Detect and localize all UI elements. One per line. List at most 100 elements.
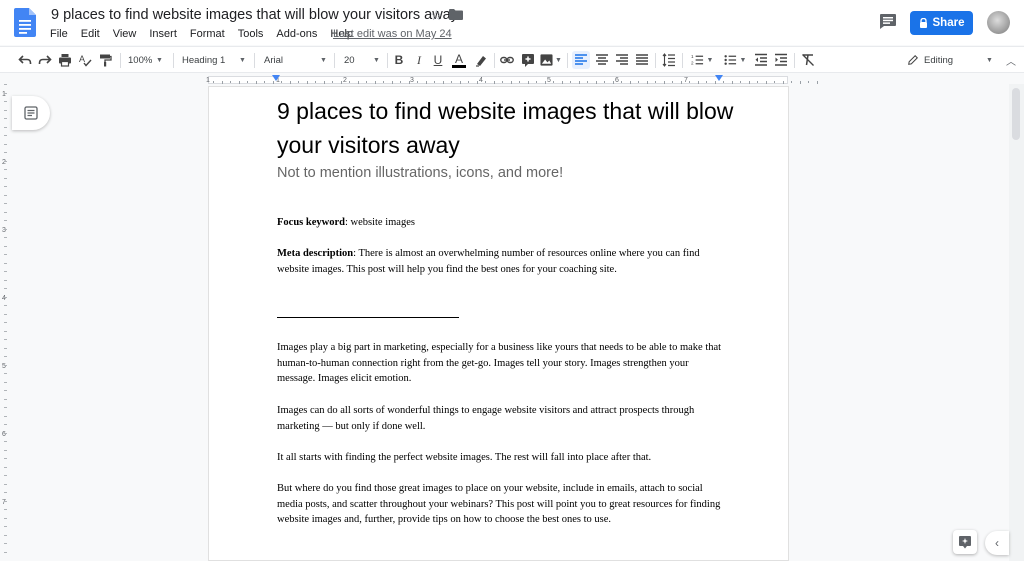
font-value: Arial — [264, 54, 284, 66]
menu-tools[interactable]: Tools — [238, 28, 264, 40]
text-color-icon[interactable]: A — [451, 51, 467, 69]
ruler-tick — [4, 262, 7, 264]
collapse-toolbar-icon[interactable]: ︿ — [1003, 51, 1019, 69]
toolbar-divider — [387, 53, 388, 68]
side-panel-toggle[interactable]: ‹ — [985, 531, 1009, 555]
share-button[interactable]: Share — [910, 11, 973, 35]
document-page[interactable]: 9 places to find website images that wil… — [208, 86, 789, 561]
ruler-tick — [782, 81, 784, 84]
editing-mode-select[interactable]: Editing ▼ — [907, 51, 999, 69]
highlight-pen-icon[interactable] — [473, 51, 489, 69]
underline-icon[interactable]: U — [431, 51, 445, 69]
spellcheck-icon[interactable]: A — [77, 51, 93, 69]
paint-format-icon[interactable] — [97, 51, 113, 69]
increase-indent-icon[interactable] — [773, 51, 789, 69]
ruler-tick — [731, 81, 733, 84]
folder-icon[interactable] — [449, 9, 463, 20]
scrollbar-thumb[interactable] — [1012, 88, 1020, 140]
meta-description-paragraph[interactable]: Meta description: There is almost an ove… — [277, 246, 727, 277]
vertical-scrollbar[interactable] — [1009, 84, 1024, 561]
ruler-tick — [4, 500, 7, 502]
paragraph-style-select[interactable]: Heading 1 ▼ — [182, 51, 248, 69]
document-title[interactable]: 9 places to find website images that wil… — [51, 7, 458, 23]
align-justify-icon[interactable] — [634, 51, 650, 69]
separator-line — [277, 317, 459, 318]
ruler-tick — [255, 81, 257, 84]
ruler-tick — [451, 81, 452, 83]
insert-comment-icon[interactable] — [520, 51, 536, 69]
undo-icon[interactable] — [17, 51, 33, 69]
font-select[interactable]: Arial ▼ — [264, 51, 328, 69]
numbered-list-icon[interactable]: 12 ▼ — [688, 51, 716, 69]
bold-icon[interactable]: B — [392, 51, 406, 69]
ruler-tick — [4, 152, 7, 153]
font-size-value: 20 — [344, 54, 355, 66]
decrease-indent-icon[interactable] — [753, 51, 769, 69]
comment-history-icon[interactable] — [880, 14, 896, 29]
align-left-icon[interactable] — [572, 51, 590, 69]
ruler-tick — [332, 81, 333, 83]
star-icon[interactable]: ☆ — [430, 7, 443, 24]
explore-button[interactable] — [953, 530, 977, 554]
toolbar-divider — [567, 53, 568, 68]
document-outline-button[interactable] — [12, 96, 50, 130]
bulleted-list-icon[interactable]: ▼ — [721, 51, 749, 69]
link-icon[interactable] — [499, 51, 515, 69]
menu-format[interactable]: Format — [190, 28, 225, 40]
lock-icon — [919, 18, 927, 28]
menu-add-ons[interactable]: Add-ons — [276, 28, 317, 40]
svg-text:1: 1 — [691, 54, 694, 59]
google-docs-logo-icon[interactable] — [14, 8, 36, 37]
ruler-tick — [4, 271, 7, 272]
ruler-tick — [527, 81, 529, 84]
last-edit-link[interactable]: Last edit was on May 24 — [333, 28, 452, 40]
ruler-tick — [4, 356, 7, 357]
ruler-tick — [4, 466, 7, 468]
menu-edit[interactable]: Edit — [81, 28, 100, 40]
left-indent-marker[interactable] — [272, 75, 280, 83]
ruler-tick — [680, 81, 682, 84]
body-paragraph[interactable]: Images play a big part in marketing, esp… — [277, 340, 727, 387]
ruler-number: 7 — [684, 77, 688, 84]
align-center-icon[interactable] — [594, 51, 610, 69]
ruler-tick — [816, 81, 818, 84]
ruler-tick — [510, 81, 512, 84]
print-icon[interactable] — [57, 51, 73, 69]
horizontal-ruler[interactable]: 1 1 2 3 4 5 6 7 — [0, 74, 1024, 84]
ruler-tick — [4, 475, 7, 476]
italic-icon[interactable]: I — [412, 51, 426, 69]
right-indent-marker[interactable] — [715, 75, 723, 83]
body-paragraph[interactable]: Images can do all sorts of wonderful thi… — [277, 403, 727, 434]
line-spacing-icon[interactable] — [661, 51, 677, 69]
ruler-tick — [315, 81, 316, 83]
user-avatar[interactable] — [987, 11, 1010, 34]
toolbar-divider — [794, 53, 795, 68]
font-size-select[interactable]: 20 ▼ — [344, 51, 382, 69]
menu-view[interactable]: View — [113, 28, 137, 40]
ruler-tick — [587, 81, 588, 83]
zoom-value: 100% — [128, 54, 153, 66]
pencil-icon — [908, 54, 919, 65]
insert-image-icon[interactable]: ▼ — [540, 51, 562, 69]
ruler-tick — [4, 92, 7, 94]
ruler-tick — [757, 81, 758, 83]
clear-formatting-icon[interactable] — [800, 51, 816, 69]
menu-file[interactable]: File — [50, 28, 68, 40]
menu-insert[interactable]: Insert — [149, 28, 177, 40]
ruler-tick — [289, 81, 291, 84]
chevron-down-icon: ▼ — [320, 56, 327, 64]
align-right-icon[interactable] — [614, 51, 630, 69]
document-subtitle[interactable]: Not to mention illustrations, icons, and… — [277, 165, 563, 181]
document-heading[interactable]: 9 places to find website images that wil… — [277, 94, 737, 162]
vertical-ruler: 1 2 3 4 5 6 7 — [0, 84, 10, 561]
zoom-select[interactable]: 100% ▼ — [128, 51, 168, 69]
body-paragraph[interactable]: But where do you find those great images… — [277, 481, 727, 528]
focus-keyword-paragraph[interactable]: Focus keyword: website images — [277, 215, 727, 231]
explore-icon — [959, 536, 971, 549]
body-paragraph[interactable]: It all starts with finding the perfect w… — [277, 450, 727, 466]
redo-icon[interactable] — [37, 51, 53, 69]
ruler-tick — [4, 109, 7, 111]
ruler-tick — [383, 81, 384, 83]
ruler-tick — [774, 81, 775, 83]
ruler-tick — [748, 81, 750, 84]
